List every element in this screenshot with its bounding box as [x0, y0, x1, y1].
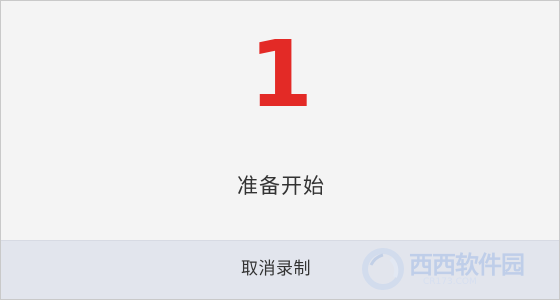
cancel-recording-button[interactable]: 取消录制 [241, 258, 311, 280]
status-label: 准备开始 [237, 174, 325, 198]
countdown-number: 1 [248, 21, 313, 128]
site-watermark: 西西软件园 CR173.COM [361, 247, 541, 291]
cr-logo-icon [362, 248, 404, 290]
dialog-footer: 取消录制 西西软件园 CR173.COM [1, 240, 559, 299]
watermark-text: 西西软件园 [409, 251, 525, 279]
watermark-subtext: CR173.COM [423, 277, 477, 287]
recording-countdown-dialog: 1 准备开始 取消录制 西西软件园 CR173.COM [0, 0, 560, 300]
